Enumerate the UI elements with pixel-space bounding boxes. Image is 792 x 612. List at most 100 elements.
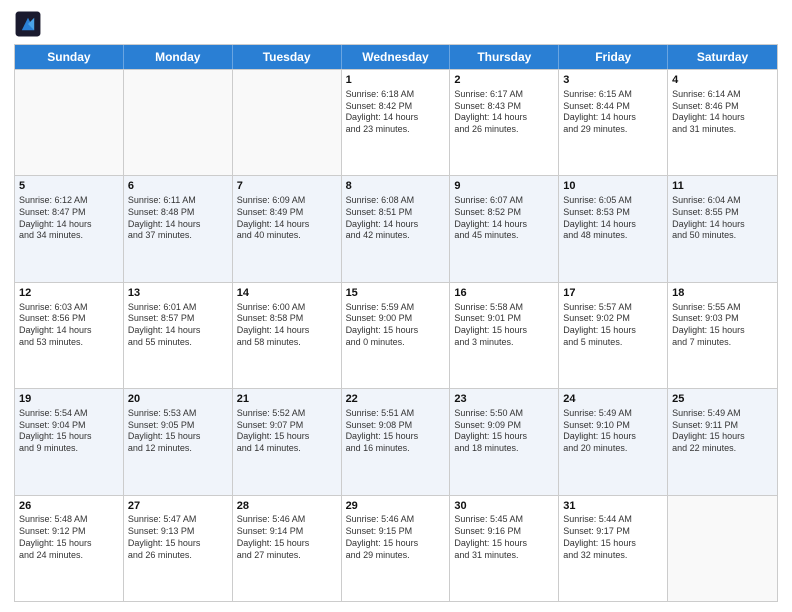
cal-cell-day-18: 18Sunrise: 5:55 AM Sunset: 9:03 PM Dayli… — [668, 283, 777, 388]
cal-cell-day-21: 21Sunrise: 5:52 AM Sunset: 9:07 PM Dayli… — [233, 389, 342, 494]
cell-info: Sunrise: 5:54 AM Sunset: 9:04 PM Dayligh… — [19, 408, 119, 455]
day-number: 26 — [19, 499, 119, 514]
day-number: 24 — [563, 392, 663, 407]
cell-info: Sunrise: 6:01 AM Sunset: 8:57 PM Dayligh… — [128, 302, 228, 349]
day-number: 19 — [19, 392, 119, 407]
cal-cell-empty — [668, 496, 777, 601]
day-number: 28 — [237, 499, 337, 514]
day-number: 29 — [346, 499, 446, 514]
cell-info: Sunrise: 5:51 AM Sunset: 9:08 PM Dayligh… — [346, 408, 446, 455]
cell-info: Sunrise: 5:50 AM Sunset: 9:09 PM Dayligh… — [454, 408, 554, 455]
cal-cell-day-5: 5Sunrise: 6:12 AM Sunset: 8:47 PM Daylig… — [15, 176, 124, 281]
day-number: 13 — [128, 286, 228, 301]
cal-cell-day-25: 25Sunrise: 5:49 AM Sunset: 9:11 PM Dayli… — [668, 389, 777, 494]
cal-row-0: 1Sunrise: 6:18 AM Sunset: 8:42 PM Daylig… — [15, 69, 777, 175]
cell-info: Sunrise: 6:08 AM Sunset: 8:51 PM Dayligh… — [346, 195, 446, 242]
cell-info: Sunrise: 6:07 AM Sunset: 8:52 PM Dayligh… — [454, 195, 554, 242]
day-number: 15 — [346, 286, 446, 301]
day-number: 4 — [672, 73, 773, 88]
cal-cell-day-1: 1Sunrise: 6:18 AM Sunset: 8:42 PM Daylig… — [342, 70, 451, 175]
cal-cell-day-10: 10Sunrise: 6:05 AM Sunset: 8:53 PM Dayli… — [559, 176, 668, 281]
cell-info: Sunrise: 5:48 AM Sunset: 9:12 PM Dayligh… — [19, 514, 119, 561]
day-number: 12 — [19, 286, 119, 301]
cell-info: Sunrise: 5:46 AM Sunset: 9:14 PM Dayligh… — [237, 514, 337, 561]
cal-cell-day-2: 2Sunrise: 6:17 AM Sunset: 8:43 PM Daylig… — [450, 70, 559, 175]
cell-info: Sunrise: 5:55 AM Sunset: 9:03 PM Dayligh… — [672, 302, 773, 349]
day-number: 31 — [563, 499, 663, 514]
cell-info: Sunrise: 5:49 AM Sunset: 9:11 PM Dayligh… — [672, 408, 773, 455]
cal-cell-day-17: 17Sunrise: 5:57 AM Sunset: 9:02 PM Dayli… — [559, 283, 668, 388]
cal-cell-day-13: 13Sunrise: 6:01 AM Sunset: 8:57 PM Dayli… — [124, 283, 233, 388]
col-header-friday: Friday — [559, 45, 668, 69]
day-number: 22 — [346, 392, 446, 407]
cell-info: Sunrise: 6:00 AM Sunset: 8:58 PM Dayligh… — [237, 302, 337, 349]
cal-cell-empty — [124, 70, 233, 175]
day-number: 10 — [563, 179, 663, 194]
day-number: 16 — [454, 286, 554, 301]
day-number: 18 — [672, 286, 773, 301]
day-number: 1 — [346, 73, 446, 88]
cell-info: Sunrise: 6:12 AM Sunset: 8:47 PM Dayligh… — [19, 195, 119, 242]
cal-cell-day-23: 23Sunrise: 5:50 AM Sunset: 9:09 PM Dayli… — [450, 389, 559, 494]
calendar: SundayMondayTuesdayWednesdayThursdayFrid… — [14, 44, 778, 602]
cell-info: Sunrise: 6:15 AM Sunset: 8:44 PM Dayligh… — [563, 89, 663, 136]
day-number: 5 — [19, 179, 119, 194]
cell-info: Sunrise: 5:53 AM Sunset: 9:05 PM Dayligh… — [128, 408, 228, 455]
cal-cell-day-3: 3Sunrise: 6:15 AM Sunset: 8:44 PM Daylig… — [559, 70, 668, 175]
column-headers: SundayMondayTuesdayWednesdayThursdayFrid… — [15, 45, 777, 69]
cal-row-3: 19Sunrise: 5:54 AM Sunset: 9:04 PM Dayli… — [15, 388, 777, 494]
calendar-body: 1Sunrise: 6:18 AM Sunset: 8:42 PM Daylig… — [15, 69, 777, 601]
col-header-sunday: Sunday — [15, 45, 124, 69]
day-number: 23 — [454, 392, 554, 407]
day-number: 30 — [454, 499, 554, 514]
cal-cell-day-11: 11Sunrise: 6:04 AM Sunset: 8:55 PM Dayli… — [668, 176, 777, 281]
cell-info: Sunrise: 6:11 AM Sunset: 8:48 PM Dayligh… — [128, 195, 228, 242]
day-number: 8 — [346, 179, 446, 194]
cal-cell-day-6: 6Sunrise: 6:11 AM Sunset: 8:48 PM Daylig… — [124, 176, 233, 281]
day-number: 25 — [672, 392, 773, 407]
cell-info: Sunrise: 5:57 AM Sunset: 9:02 PM Dayligh… — [563, 302, 663, 349]
cell-info: Sunrise: 6:17 AM Sunset: 8:43 PM Dayligh… — [454, 89, 554, 136]
col-header-thursday: Thursday — [450, 45, 559, 69]
cal-cell-day-26: 26Sunrise: 5:48 AM Sunset: 9:12 PM Dayli… — [15, 496, 124, 601]
cell-info: Sunrise: 6:03 AM Sunset: 8:56 PM Dayligh… — [19, 302, 119, 349]
cal-cell-day-7: 7Sunrise: 6:09 AM Sunset: 8:49 PM Daylig… — [233, 176, 342, 281]
cell-info: Sunrise: 6:05 AM Sunset: 8:53 PM Dayligh… — [563, 195, 663, 242]
cal-row-1: 5Sunrise: 6:12 AM Sunset: 8:47 PM Daylig… — [15, 175, 777, 281]
logo — [14, 10, 46, 38]
cal-cell-empty — [15, 70, 124, 175]
cal-cell-day-9: 9Sunrise: 6:07 AM Sunset: 8:52 PM Daylig… — [450, 176, 559, 281]
col-header-saturday: Saturday — [668, 45, 777, 69]
cal-row-4: 26Sunrise: 5:48 AM Sunset: 9:12 PM Dayli… — [15, 495, 777, 601]
day-number: 7 — [237, 179, 337, 194]
day-number: 14 — [237, 286, 337, 301]
cell-info: Sunrise: 5:46 AM Sunset: 9:15 PM Dayligh… — [346, 514, 446, 561]
cell-info: Sunrise: 5:59 AM Sunset: 9:00 PM Dayligh… — [346, 302, 446, 349]
cell-info: Sunrise: 5:52 AM Sunset: 9:07 PM Dayligh… — [237, 408, 337, 455]
cell-info: Sunrise: 6:09 AM Sunset: 8:49 PM Dayligh… — [237, 195, 337, 242]
cal-cell-day-19: 19Sunrise: 5:54 AM Sunset: 9:04 PM Dayli… — [15, 389, 124, 494]
day-number: 21 — [237, 392, 337, 407]
cell-info: Sunrise: 6:18 AM Sunset: 8:42 PM Dayligh… — [346, 89, 446, 136]
cal-cell-day-28: 28Sunrise: 5:46 AM Sunset: 9:14 PM Dayli… — [233, 496, 342, 601]
cal-cell-day-4: 4Sunrise: 6:14 AM Sunset: 8:46 PM Daylig… — [668, 70, 777, 175]
cal-cell-day-31: 31Sunrise: 5:44 AM Sunset: 9:17 PM Dayli… — [559, 496, 668, 601]
cell-info: Sunrise: 5:44 AM Sunset: 9:17 PM Dayligh… — [563, 514, 663, 561]
cell-info: Sunrise: 5:58 AM Sunset: 9:01 PM Dayligh… — [454, 302, 554, 349]
day-number: 6 — [128, 179, 228, 194]
cal-cell-day-15: 15Sunrise: 5:59 AM Sunset: 9:00 PM Dayli… — [342, 283, 451, 388]
cal-cell-day-30: 30Sunrise: 5:45 AM Sunset: 9:16 PM Dayli… — [450, 496, 559, 601]
cal-cell-empty — [233, 70, 342, 175]
day-number: 9 — [454, 179, 554, 194]
day-number: 3 — [563, 73, 663, 88]
cal-cell-day-8: 8Sunrise: 6:08 AM Sunset: 8:51 PM Daylig… — [342, 176, 451, 281]
day-number: 27 — [128, 499, 228, 514]
cal-cell-day-29: 29Sunrise: 5:46 AM Sunset: 9:15 PM Dayli… — [342, 496, 451, 601]
cell-info: Sunrise: 5:49 AM Sunset: 9:10 PM Dayligh… — [563, 408, 663, 455]
cal-cell-day-14: 14Sunrise: 6:00 AM Sunset: 8:58 PM Dayli… — [233, 283, 342, 388]
cell-info: Sunrise: 5:47 AM Sunset: 9:13 PM Dayligh… — [128, 514, 228, 561]
cal-cell-day-20: 20Sunrise: 5:53 AM Sunset: 9:05 PM Dayli… — [124, 389, 233, 494]
day-number: 17 — [563, 286, 663, 301]
logo-icon — [14, 10, 42, 38]
day-number: 20 — [128, 392, 228, 407]
